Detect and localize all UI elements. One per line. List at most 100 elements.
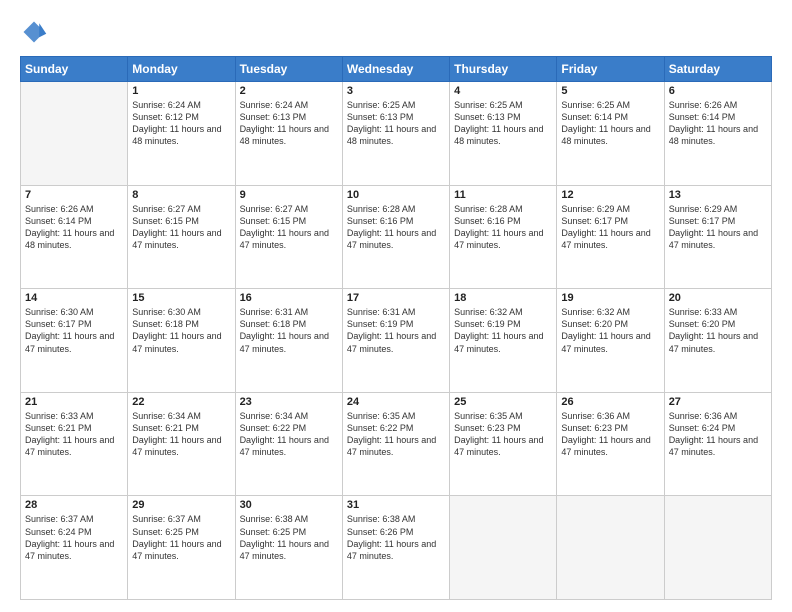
weekday-row: SundayMondayTuesdayWednesdayThursdayFrid… [21,57,772,82]
day-number: 19 [561,292,659,304]
calendar-cell: 27 Sunrise: 6:36 AMSunset: 6:24 PMDayligh… [664,392,771,496]
weekday-header-sunday: Sunday [21,57,128,82]
cell-info: Sunrise: 6:38 AMSunset: 6:26 PMDaylight:… [347,513,445,562]
day-number: 29 [132,499,230,511]
day-number: 27 [669,396,767,408]
day-number: 26 [561,396,659,408]
cell-info: Sunrise: 6:28 AMSunset: 6:16 PMDaylight:… [347,203,445,252]
day-number: 4 [454,85,552,97]
calendar-cell: 8 Sunrise: 6:27 AMSunset: 6:15 PMDaylight… [128,185,235,289]
day-number: 8 [132,189,230,201]
day-number: 30 [240,499,338,511]
cell-info: Sunrise: 6:35 AMSunset: 6:22 PMDaylight:… [347,410,445,459]
calendar-cell: 18 Sunrise: 6:32 AMSunset: 6:19 PMDayligh… [450,289,557,393]
cell-info: Sunrise: 6:38 AMSunset: 6:25 PMDaylight:… [240,513,338,562]
weekday-header-friday: Friday [557,57,664,82]
cell-info: Sunrise: 6:26 AMSunset: 6:14 PMDaylight:… [669,99,767,148]
day-number: 22 [132,396,230,408]
calendar-cell: 13Sunrise: 6:29 AMSunset: 6:17 PMDayligh… [664,185,771,289]
calendar-cell [21,82,128,186]
cell-info: Sunrise: 6:27 AMSunset: 6:15 PMDaylight:… [240,203,338,252]
cell-info: Sunrise: 6:25 AMSunset: 6:13 PMDaylight:… [454,99,552,148]
cell-info: Sunrise: 6:30 AMSunset: 6:17 PMDaylight:… [25,306,123,355]
day-number: 28 [25,499,123,511]
day-number: 20 [669,292,767,304]
cell-info: Sunrise: 6:29 AMSunset: 6:17 PMDaylight:… [669,203,767,252]
day-number: 23 [240,396,338,408]
page: SundayMondayTuesdayWednesdayThursdayFrid… [0,0,792,612]
week-row-3: 21Sunrise: 6:33 AMSunset: 6:21 PMDayligh… [21,392,772,496]
week-row-1: 7Sunrise: 6:26 AMSunset: 6:14 PMDaylight… [21,185,772,289]
calendar-body: 1Sunrise: 6:24 AMSunset: 6:12 PMDaylight… [21,82,772,600]
day-number: 10 [347,189,445,201]
calendar-cell: 2 Sunrise: 6:24 AMSunset: 6:13 PMDaylight… [235,82,342,186]
calendar-cell: 12Sunrise: 6:29 AMSunset: 6:17 PMDayligh… [557,185,664,289]
cell-info: Sunrise: 6:32 AMSunset: 6:20 PMDaylight:… [561,306,659,355]
cell-info: Sunrise: 6:27 AMSunset: 6:15 PMDaylight:… [132,203,230,252]
calendar-cell: 21Sunrise: 6:33 AMSunset: 6:21 PMDayligh… [21,392,128,496]
week-row-4: 28 Sunrise: 6:37 AMSunset: 6:24 PMDayligh… [21,496,772,600]
day-number: 31 [347,499,445,511]
calendar-cell: 24 Sunrise: 6:35 AMSunset: 6:22 PMDayligh… [342,392,449,496]
cell-info: Sunrise: 6:32 AMSunset: 6:19 PMDaylight:… [454,306,552,355]
week-row-2: 14 Sunrise: 6:30 AMSunset: 6:17 PMDayligh… [21,289,772,393]
calendar-cell: 16Sunrise: 6:31 AMSunset: 6:18 PMDayligh… [235,289,342,393]
week-row-0: 1Sunrise: 6:24 AMSunset: 6:12 PMDaylight… [21,82,772,186]
calendar-cell: 28 Sunrise: 6:37 AMSunset: 6:24 PMDayligh… [21,496,128,600]
day-number: 9 [240,189,338,201]
calendar-cell: 6 Sunrise: 6:26 AMSunset: 6:14 PMDaylight… [664,82,771,186]
calendar-cell: 29Sunrise: 6:37 AMSunset: 6:25 PMDayligh… [128,496,235,600]
cell-info: Sunrise: 6:24 AMSunset: 6:12 PMDaylight:… [132,99,230,148]
calendar-cell: 23Sunrise: 6:34 AMSunset: 6:22 PMDayligh… [235,392,342,496]
cell-info: Sunrise: 6:25 AMSunset: 6:14 PMDaylight:… [561,99,659,148]
calendar-cell: 15Sunrise: 6:30 AMSunset: 6:18 PMDayligh… [128,289,235,393]
calendar-cell: 19 Sunrise: 6:32 AMSunset: 6:20 PMDayligh… [557,289,664,393]
day-number: 5 [561,85,659,97]
calendar-cell: 10 Sunrise: 6:28 AMSunset: 6:16 PMDayligh… [342,185,449,289]
day-number: 7 [25,189,123,201]
day-number: 24 [347,396,445,408]
day-number: 2 [240,85,338,97]
logo [20,18,52,46]
calendar-cell: 1Sunrise: 6:24 AMSunset: 6:12 PMDaylight… [128,82,235,186]
day-number: 16 [240,292,338,304]
calendar-cell: 26 Sunrise: 6:36 AMSunset: 6:23 PMDayligh… [557,392,664,496]
day-number: 6 [669,85,767,97]
day-number: 17 [347,292,445,304]
cell-info: Sunrise: 6:25 AMSunset: 6:13 PMDaylight:… [347,99,445,148]
calendar-cell: 11 Sunrise: 6:28 AMSunset: 6:16 PMDayligh… [450,185,557,289]
cell-info: Sunrise: 6:24 AMSunset: 6:13 PMDaylight:… [240,99,338,148]
calendar-cell: 30 Sunrise: 6:38 AMSunset: 6:25 PMDayligh… [235,496,342,600]
calendar-cell: 22 Sunrise: 6:34 AMSunset: 6:21 PMDayligh… [128,392,235,496]
calendar-cell: 14 Sunrise: 6:30 AMSunset: 6:17 PMDayligh… [21,289,128,393]
day-number: 11 [454,189,552,201]
cell-info: Sunrise: 6:29 AMSunset: 6:17 PMDaylight:… [561,203,659,252]
cell-info: Sunrise: 6:33 AMSunset: 6:20 PMDaylight:… [669,306,767,355]
cell-info: Sunrise: 6:34 AMSunset: 6:21 PMDaylight:… [132,410,230,459]
cell-info: Sunrise: 6:36 AMSunset: 6:24 PMDaylight:… [669,410,767,459]
weekday-header-tuesday: Tuesday [235,57,342,82]
cell-info: Sunrise: 6:37 AMSunset: 6:24 PMDaylight:… [25,513,123,562]
logo-icon [20,18,48,46]
calendar-cell: 20 Sunrise: 6:33 AMSunset: 6:20 PMDayligh… [664,289,771,393]
day-number: 18 [454,292,552,304]
weekday-header-saturday: Saturday [664,57,771,82]
weekday-header-thursday: Thursday [450,57,557,82]
calendar-cell: 3Sunrise: 6:25 AMSunset: 6:13 PMDaylight… [342,82,449,186]
calendar-cell: 7Sunrise: 6:26 AMSunset: 6:14 PMDaylight… [21,185,128,289]
calendar-cell: 25Sunrise: 6:35 AMSunset: 6:23 PMDayligh… [450,392,557,496]
calendar-cell [450,496,557,600]
day-number: 15 [132,292,230,304]
calendar-header: SundayMondayTuesdayWednesdayThursdayFrid… [21,57,772,82]
cell-info: Sunrise: 6:35 AMSunset: 6:23 PMDaylight:… [454,410,552,459]
calendar-cell [557,496,664,600]
calendar-cell [664,496,771,600]
day-number: 14 [25,292,123,304]
calendar-cell: 17 Sunrise: 6:31 AMSunset: 6:19 PMDayligh… [342,289,449,393]
weekday-header-monday: Monday [128,57,235,82]
cell-info: Sunrise: 6:31 AMSunset: 6:19 PMDaylight:… [347,306,445,355]
cell-info: Sunrise: 6:36 AMSunset: 6:23 PMDaylight:… [561,410,659,459]
cell-info: Sunrise: 6:28 AMSunset: 6:16 PMDaylight:… [454,203,552,252]
calendar-cell: 9 Sunrise: 6:27 AMSunset: 6:15 PMDaylight… [235,185,342,289]
header [20,18,772,46]
